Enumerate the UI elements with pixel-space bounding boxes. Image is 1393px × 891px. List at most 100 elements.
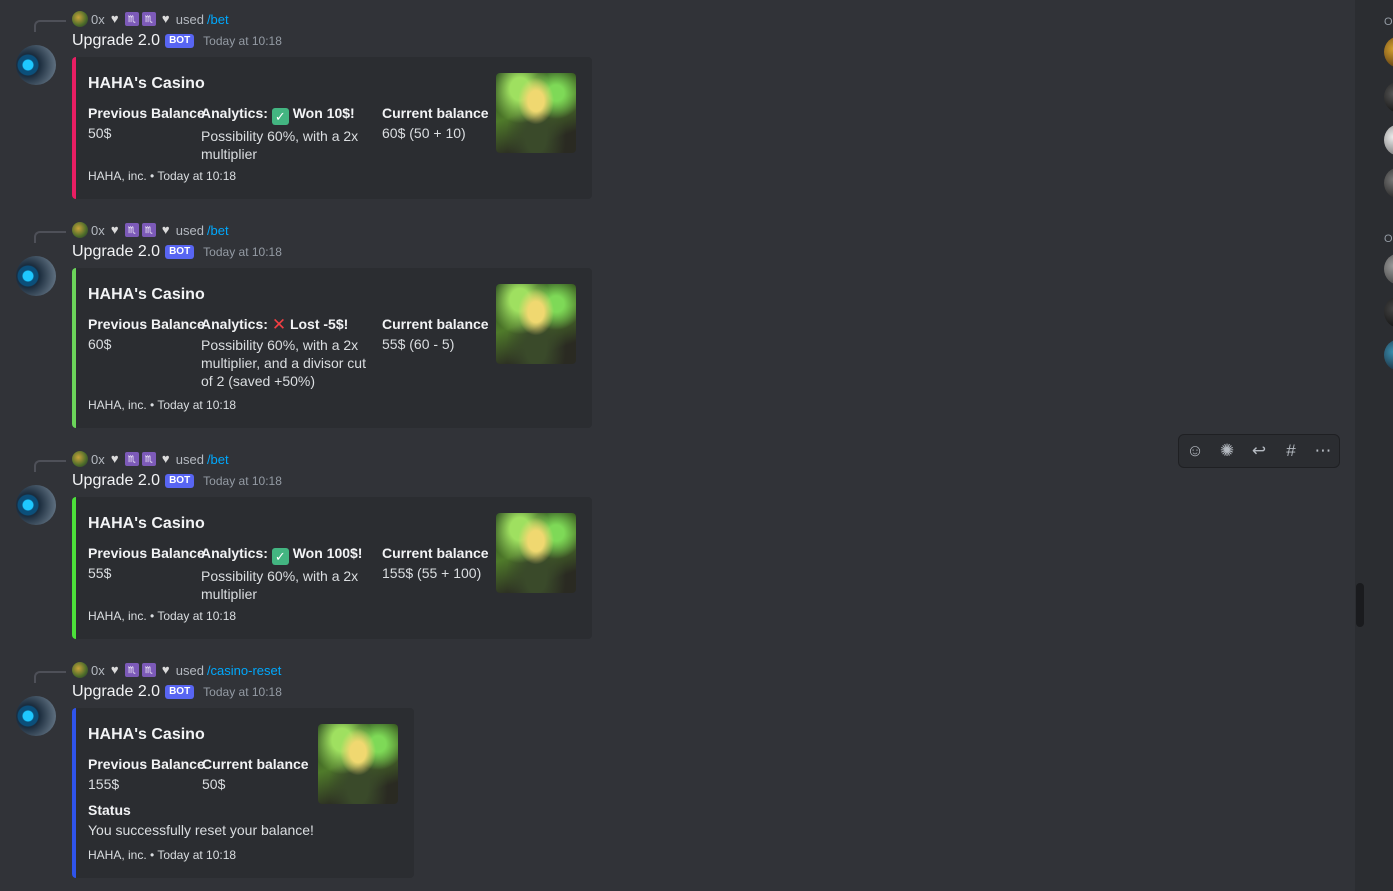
reply-connector	[34, 20, 66, 32]
embed: HAHA's Casino Previous Balance 155$ Curr…	[72, 708, 414, 878]
embed-footer: HAHA, inc. • Today at 10:18	[88, 609, 237, 623]
command-reference[interactable]: 0x ♥ ♏ ♏ ♥ used /bet	[72, 221, 229, 239]
field-name: Status	[88, 802, 131, 818]
bot-avatar[interactable]	[16, 696, 56, 736]
reply-username[interactable]: 0x	[91, 452, 105, 467]
field-name: Current balance	[382, 316, 489, 332]
command-reference[interactable]: 0x ♥ ♏ ♏ ♥ used /bet	[72, 10, 229, 28]
bot-tag: BOT	[165, 474, 195, 488]
bot-username[interactable]: Upgrade 2.0	[72, 683, 160, 701]
user-avatar-mini[interactable]	[72, 451, 88, 467]
reply-icon[interactable]: ↩	[1245, 441, 1273, 461]
bot-username[interactable]: Upgrade 2.0	[72, 243, 160, 261]
reply-username[interactable]: 0x	[91, 663, 105, 678]
embed-title: HAHA's Casino	[88, 726, 205, 743]
message-header: Upgrade 2.0 BOT Today at 10:18	[72, 243, 282, 261]
heart-icon: ♥	[110, 662, 119, 677]
field-current-balance: Current balance 60$ (50 + 10)	[382, 104, 489, 142]
user-avatar-mini[interactable]	[72, 662, 88, 678]
field-name: Previous Balance	[88, 756, 205, 772]
embed: HAHA's Casino Previous Balance 55$ Analy…	[72, 497, 592, 639]
command-link[interactable]: /bet	[207, 223, 229, 238]
field-analytics: Analytics: ✕ Lost -5$! Possibility 60%, …	[201, 315, 371, 390]
heart-icon: ♥	[161, 451, 170, 466]
field-value: 55$ (60 - 5)	[382, 336, 455, 352]
command-reference[interactable]: 0x ♥ ♏ ♏ ♥ used /casino-reset	[72, 661, 281, 679]
field-previous-balance: Previous Balance 60$	[88, 315, 205, 353]
user-avatar-mini[interactable]	[72, 222, 88, 238]
scorpio-icon: ♏	[141, 663, 156, 677]
more-icon[interactable]: ⋯	[1309, 441, 1337, 461]
reply-username[interactable]: 0x	[91, 223, 105, 238]
embed-footer: HAHA, inc. • Today at 10:18	[88, 398, 237, 412]
field-previous-balance: Previous Balance 50$	[88, 104, 205, 142]
field-name: Current balance	[202, 756, 309, 772]
chat-area: 0x ♥ ♏ ♏ ♥ used /bet Upgrade 2.0 BOT Tod…	[0, 0, 1355, 891]
heart-icon: ♥	[161, 11, 170, 26]
bot-avatar[interactable]	[16, 45, 56, 85]
embed-title: HAHA's Casino	[88, 286, 205, 303]
scorpio-icon: ♏	[141, 452, 156, 466]
field-status: Status You successfully reset your balan…	[88, 801, 314, 839]
analytics-result: Won 10$!	[292, 105, 355, 121]
cross-mark-icon: ✕	[271, 315, 287, 334]
bot-tag: BOT	[165, 685, 195, 699]
field-value: 155$ (55 + 100)	[382, 565, 482, 581]
member-group-label: O	[1384, 16, 1393, 28]
command-link[interactable]: /bet	[207, 12, 229, 27]
used-text: used	[175, 11, 204, 27]
check-mark-icon: ✓	[271, 548, 289, 565]
field-value: 50$	[88, 125, 112, 141]
scrollbar-thumb[interactable]	[1356, 583, 1364, 627]
check-mark-icon: ✓	[271, 108, 289, 125]
scorpio-icon: ♏	[141, 12, 156, 26]
field-analytics: Analytics: ✓ Won 100$! Possibility 60%, …	[201, 544, 371, 603]
field-value: 60$	[88, 336, 112, 352]
used-text: used	[175, 451, 204, 467]
reply-connector	[34, 671, 66, 683]
embed-thumbnail[interactable]	[496, 284, 576, 364]
bot-username[interactable]: Upgrade 2.0	[72, 32, 160, 50]
scrollbar-track[interactable]	[1355, 0, 1365, 891]
scorpio-icon: ♏	[124, 223, 139, 237]
embed: HAHA's Casino Previous Balance 60$ Analy…	[72, 268, 592, 428]
field-value: 60$ (50 + 10)	[382, 125, 466, 141]
member-group-label: O	[1384, 233, 1393, 245]
embed-thumbnail[interactable]	[496, 513, 576, 593]
scorpio-icon: ♏	[124, 452, 139, 466]
super-reaction-icon[interactable]: ✺	[1213, 441, 1241, 461]
message-header: Upgrade 2.0 BOT Today at 10:18	[72, 683, 282, 701]
bot-avatar[interactable]	[16, 485, 56, 525]
reply-connector	[34, 231, 66, 243]
field-current-balance: Current balance 50$	[202, 755, 309, 793]
heart-icon: ♥	[161, 662, 170, 677]
bot-tag: BOT	[165, 34, 195, 48]
analytics-label: Analytics:	[201, 105, 268, 121]
embed-thumbnail[interactable]	[318, 724, 398, 804]
field-current-balance: Current balance 155$ (55 + 100)	[382, 544, 489, 582]
command-link[interactable]: /bet	[207, 452, 229, 467]
heart-icon: ♥	[161, 222, 170, 237]
embed-thumbnail[interactable]	[496, 73, 576, 153]
add-reaction-icon[interactable]: ☺	[1181, 441, 1209, 461]
field-value: Possibility 60%, with a 2x multiplier	[201, 128, 359, 162]
timestamp[interactable]: Today at 10:18	[203, 34, 282, 48]
used-text: used	[175, 222, 204, 238]
analytics-label: Analytics:	[201, 316, 268, 332]
field-value: Possibility 60%, with a 2x multiplier	[201, 568, 359, 602]
field-name-analytics: Analytics: ✕ Lost -5$!	[201, 315, 371, 334]
create-thread-icon[interactable]: #	[1277, 441, 1305, 461]
embed-footer: HAHA, inc. • Today at 10:18	[88, 848, 237, 862]
user-avatar-mini[interactable]	[72, 11, 88, 27]
command-reference[interactable]: 0x ♥ ♏ ♏ ♥ used /bet	[72, 450, 229, 468]
reply-username[interactable]: 0x	[91, 12, 105, 27]
timestamp[interactable]: Today at 10:18	[203, 685, 282, 699]
bot-avatar[interactable]	[16, 256, 56, 296]
scorpio-icon: ♏	[124, 663, 139, 677]
field-name-analytics: Analytics: ✓ Won 10$!	[201, 104, 371, 125]
timestamp[interactable]: Today at 10:18	[203, 245, 282, 259]
bot-username[interactable]: Upgrade 2.0	[72, 472, 160, 490]
field-value: You successfully reset your balance!	[88, 822, 314, 838]
timestamp[interactable]: Today at 10:18	[203, 474, 282, 488]
command-link[interactable]: /casino-reset	[207, 663, 281, 678]
